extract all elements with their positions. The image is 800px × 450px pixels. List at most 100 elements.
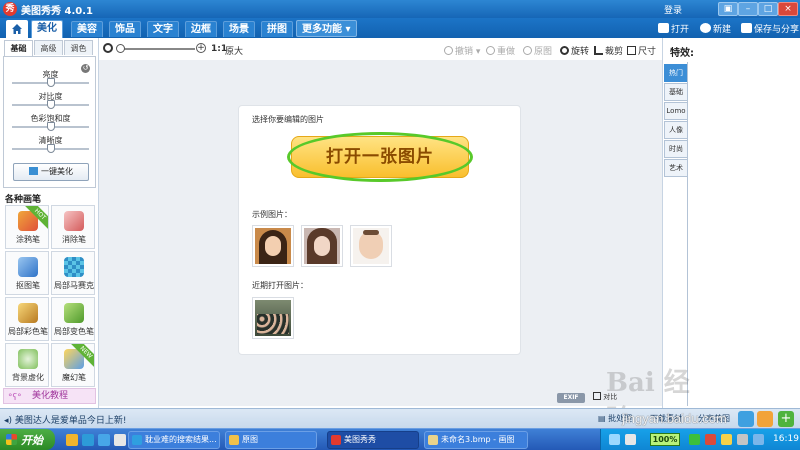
exif-button[interactable]: EXIF xyxy=(557,393,585,403)
tab-text[interactable]: 文字 xyxy=(147,21,179,37)
saturation-slider[interactable] xyxy=(12,122,89,131)
battery-indicator[interactable]: 100% xyxy=(650,433,680,446)
home-button[interactable] xyxy=(6,20,28,38)
sample-thumbnail[interactable] xyxy=(301,225,343,267)
saturation-slider-knob[interactable] xyxy=(47,122,55,131)
resize-label: 尺寸 xyxy=(638,47,657,57)
redo-button[interactable]: 重做 xyxy=(486,44,515,57)
brush-label: 消除笔 xyxy=(62,235,86,244)
tab-accessories[interactable]: 饰品 xyxy=(109,21,141,37)
brush-cutout[interactable]: 抠图笔 xyxy=(5,251,49,295)
one-click-beautify-button[interactable]: 一键美化 xyxy=(13,163,89,181)
crop-label: 裁剪 xyxy=(605,47,624,57)
effects-tab-art[interactable]: 艺术 xyxy=(664,159,687,177)
crop-button[interactable]: 裁剪 xyxy=(594,44,623,57)
login-link[interactable]: 登录 xyxy=(664,3,682,16)
new-action[interactable]: 新建 xyxy=(700,22,731,35)
add-icon[interactable] xyxy=(738,411,754,427)
undo-button[interactable]: 撤销 ▾ xyxy=(444,44,480,57)
tab-beautify[interactable]: 美化 xyxy=(31,20,63,38)
zoom-slider[interactable] xyxy=(116,44,195,53)
subtab-color[interactable]: 调色 xyxy=(64,40,93,55)
brightness-slider[interactable] xyxy=(12,78,89,87)
close-button[interactable]: × xyxy=(778,2,798,16)
sharpness-slider[interactable] xyxy=(12,144,89,153)
original-image-button[interactable]: 原图 xyxy=(523,44,552,57)
tray-chat-icon[interactable] xyxy=(721,434,732,445)
tray-volume-icon[interactable] xyxy=(737,434,748,445)
brush-local-recolor[interactable]: 局部变色笔 xyxy=(51,297,95,341)
zoom-out-icon[interactable] xyxy=(103,43,113,53)
quicklaunch-media-icon[interactable] xyxy=(114,434,126,446)
effects-tab-basic[interactable]: 基础 xyxy=(664,83,687,101)
minimize-button[interactable]: – xyxy=(738,2,758,16)
tab-makeup[interactable]: 美容 xyxy=(71,21,103,37)
quicklaunch-ie-icon[interactable] xyxy=(98,434,110,446)
skin-button[interactable]: ▣ xyxy=(718,2,738,16)
download-materials-link[interactable]: 下载素材 xyxy=(650,413,682,424)
plus-icon xyxy=(700,23,711,33)
sample-thumbnail[interactable] xyxy=(252,225,294,267)
task-paint[interactable]: 未命名3.bmp - 画图 xyxy=(424,431,528,449)
folder-icon xyxy=(658,23,669,33)
effects-tab-portrait[interactable]: 人像 xyxy=(664,121,687,139)
effects-tab-lomo[interactable]: Lomo xyxy=(664,102,687,120)
tray-network-icon[interactable] xyxy=(609,434,620,445)
recent-thumbnail[interactable] xyxy=(252,297,294,339)
cutout-pen-icon xyxy=(18,257,38,277)
sparkle-hand-icon: °ʕ° xyxy=(8,393,22,403)
brush-label: 涂鸦笔 xyxy=(16,235,40,244)
weibo-icon[interactable] xyxy=(757,411,773,427)
contrast-slider-knob[interactable] xyxy=(47,100,55,109)
new-action-label: 新建 xyxy=(713,25,732,35)
brush-eraser[interactable]: 消除笔 xyxy=(51,205,95,249)
brush-doodle[interactable]: HOT 涂鸦笔 xyxy=(5,205,49,249)
contrast-slider[interactable] xyxy=(12,100,89,109)
brush-label: 背景虚化 xyxy=(12,373,44,382)
canvas-footer: EXIF 对比 xyxy=(99,390,662,406)
original-image-label: 原图 xyxy=(534,47,553,57)
sample-thumbnail[interactable] xyxy=(350,225,392,267)
quicklaunch-browser-icon[interactable] xyxy=(82,434,94,446)
tray-security-icon[interactable] xyxy=(689,434,700,445)
subtab-basic[interactable]: 基础 xyxy=(4,40,33,56)
resize-button[interactable]: 尺寸 xyxy=(627,44,656,57)
brush-magic[interactable]: NEW 魔幻笔 xyxy=(51,343,95,387)
compare-button[interactable]: 对比 xyxy=(593,392,617,402)
original-size-button[interactable]: 原大 xyxy=(225,44,243,57)
brightness-slider-knob[interactable] xyxy=(47,78,55,87)
subtab-advanced[interactable]: 高级 xyxy=(34,40,63,55)
brush-mosaic[interactable]: 局部马赛克 xyxy=(51,251,95,295)
share-label: 分享美图 xyxy=(698,414,730,423)
effects-tab-hot[interactable]: 热门 xyxy=(664,64,687,82)
tab-collage[interactable]: 拼图 xyxy=(261,21,293,37)
save-share-action[interactable]: 保存与分享 xyxy=(741,22,799,35)
task-meitu[interactable]: 美图秀秀 xyxy=(327,431,419,449)
tray-display-icon[interactable] xyxy=(753,434,764,445)
brush-local-color[interactable]: 局部彩色笔 xyxy=(5,297,49,341)
batch-process-link[interactable]: ▤ 批处理 xyxy=(598,413,632,424)
open-image-button[interactable]: 打开一张图片 xyxy=(291,136,469,178)
start-button[interactable]: 开始 xyxy=(0,429,55,450)
rotate-button[interactable]: 旋转 xyxy=(560,44,589,57)
tab-border[interactable]: 边框 xyxy=(185,21,217,37)
task-search-results[interactable]: 耽业难的搜索结果... xyxy=(128,431,220,449)
zoom-in-icon[interactable]: + xyxy=(196,43,206,53)
sharpness-slider-knob[interactable] xyxy=(47,144,55,153)
plus-icon[interactable]: + xyxy=(778,411,794,427)
recent-photo-1 xyxy=(255,300,291,336)
open-action[interactable]: 打开 xyxy=(658,22,689,35)
tab-more-features[interactable]: 更多功能 ▾ xyxy=(296,20,357,37)
tray-input-icon[interactable] xyxy=(625,434,636,445)
maximize-button[interactable]: □ xyxy=(758,2,778,16)
task-original-folder[interactable]: 原图 xyxy=(225,431,317,449)
effects-tab-fashion[interactable]: 时尚 xyxy=(664,140,687,158)
share-link[interactable]: 分享美图 xyxy=(698,413,730,424)
status-message[interactable]: ◂) 美图达人是爱单品今日上新! xyxy=(4,413,127,426)
zoom-slider-knob[interactable] xyxy=(116,44,125,53)
tray-meitu-icon[interactable] xyxy=(705,434,716,445)
brush-background-blur[interactable]: 背景虚化 xyxy=(5,343,49,387)
tutorial-button[interactable]: °ʕ° 美化教程 xyxy=(3,388,96,404)
tab-scene[interactable]: 场景 xyxy=(223,21,255,37)
quicklaunch-folder-icon[interactable] xyxy=(66,434,78,446)
